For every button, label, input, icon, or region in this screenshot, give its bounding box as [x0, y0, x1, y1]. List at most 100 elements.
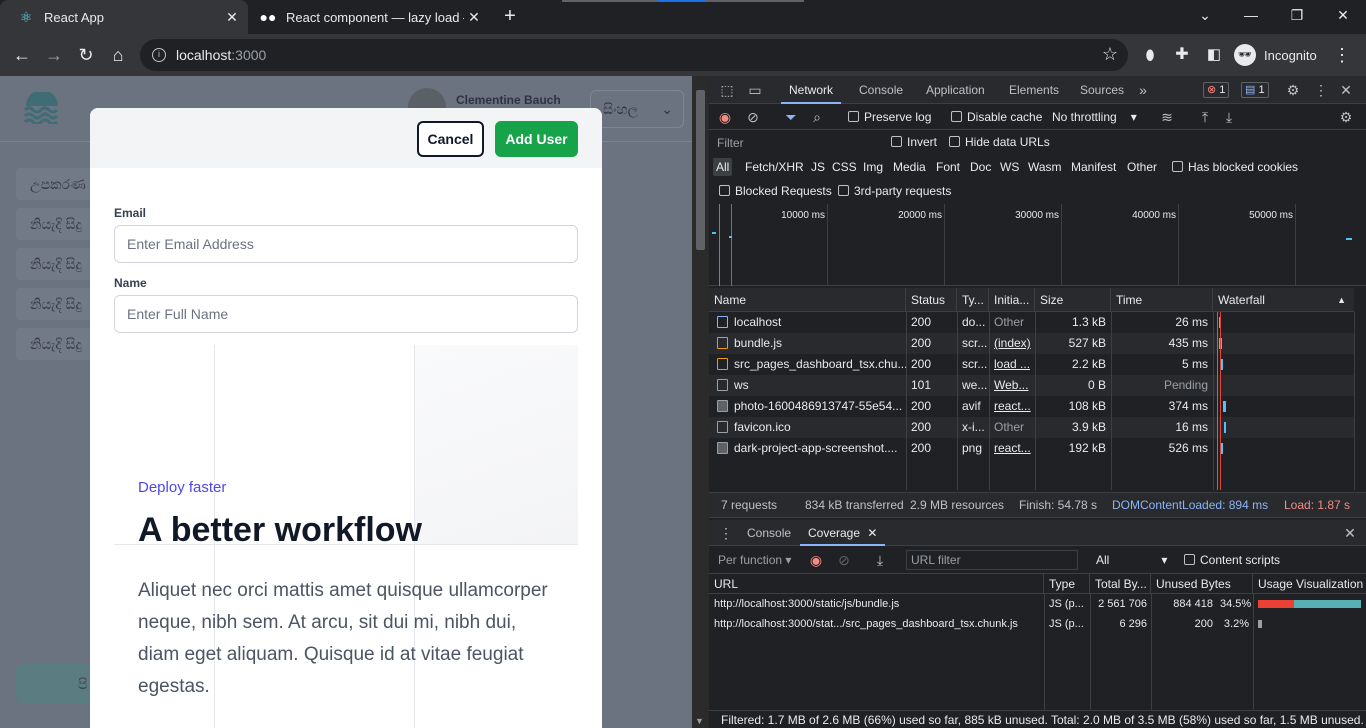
blocked-requests-checkbox[interactable]: Blocked Requests	[719, 178, 832, 204]
email-field[interactable]: Enter Email Address	[114, 225, 578, 263]
table-row[interactable]: localhost 200 do... Other 1.3 kB 26 ms	[709, 312, 1354, 333]
column-size[interactable]: Size	[1035, 288, 1111, 312]
page-scrollbar[interactable]: ▼	[692, 76, 709, 728]
export-icon[interactable]: ⤓	[872, 552, 888, 568]
sidebar-item[interactable]: නියැදි සිදු	[16, 208, 96, 240]
coverage-column-usage[interactable]: Usage Visualization	[1253, 574, 1366, 594]
type-filter-doc[interactable]: Doc	[967, 158, 994, 176]
sidebar-bottom-button[interactable]: පි	[16, 664, 96, 704]
gear-icon[interactable]: ⚙	[1285, 82, 1301, 98]
type-filter-wasm[interactable]: Wasm	[1025, 158, 1065, 176]
table-row[interactable]: dark-project-app-screenshot.... 200 png rea…	[709, 438, 1354, 459]
kebab-menu-icon[interactable]: ⋮	[1313, 82, 1329, 98]
type-filter-manifest[interactable]: Manifest	[1068, 158, 1119, 176]
close-drawer-icon[interactable]: ✕	[1342, 525, 1358, 541]
tab-network[interactable]: Network	[781, 76, 842, 104]
home-button[interactable]: ⌂	[106, 43, 130, 67]
close-icon[interactable]: ✕	[464, 9, 484, 26]
cancel-button[interactable]: Cancel	[417, 121, 484, 157]
tab-react-app[interactable]: ⚛ React App ✕	[0, 0, 248, 34]
table-row[interactable]: favicon.ico 200 x-i... Other 3.9 kB 16 ms	[709, 417, 1354, 438]
type-filter-css[interactable]: CSS	[829, 158, 860, 176]
extension-icon[interactable]: ⬮	[1138, 43, 1162, 67]
tab-medium-article[interactable]: ●● React component — lazy load — ✕	[250, 0, 490, 34]
message-count-badge[interactable]: ▤ 1	[1241, 82, 1269, 98]
error-count-badge[interactable]: ⊗ 1	[1203, 82, 1230, 98]
more-tabs-icon[interactable]: »	[1135, 82, 1151, 98]
incognito-indicator[interactable]: 🕶 Incognito	[1234, 39, 1317, 71]
type-filter-ws[interactable]: WS	[997, 158, 1022, 176]
table-row[interactable]: photo-1600486913747-55e54... 200 avif react…	[709, 396, 1354, 417]
table-row[interactable]: src_pages_dashboard_tsx.chu... 200 scr... l…	[709, 354, 1354, 375]
drawer-menu-icon[interactable]: ⋮	[718, 525, 734, 541]
third-party-checkbox[interactable]: 3rd-party requests	[838, 178, 951, 204]
preserve-log-checkbox[interactable]: Preserve log	[848, 104, 931, 130]
sidebar-item[interactable]: නියැදි සිදු	[16, 288, 96, 320]
sidebar-item[interactable]: නියැදි සිදු	[16, 248, 96, 280]
side-panel-icon[interactable]: ◧	[1202, 43, 1226, 67]
search-icon[interactable]: ⌕	[809, 109, 825, 125]
address-bar[interactable]: i localhost:3000 ☆	[140, 39, 1128, 71]
gear-icon[interactable]: ⚙	[1338, 109, 1354, 125]
device-toolbar-icon[interactable]: ▭	[747, 82, 763, 98]
invert-checkbox[interactable]: Invert	[891, 130, 937, 154]
tab-console[interactable]: Console	[859, 76, 903, 104]
type-filter-img[interactable]: Img	[860, 158, 886, 176]
record-icon[interactable]: ◉	[808, 552, 824, 568]
column-type[interactable]: Ty...	[957, 288, 989, 312]
tab-application[interactable]: Application	[926, 76, 985, 104]
drawer-tab-coverage[interactable]: Coverage ✕	[800, 520, 886, 546]
type-filter-other[interactable]: Other	[1124, 158, 1160, 176]
per-function-select[interactable]: Per function ▾	[718, 546, 791, 574]
throttling-select[interactable]: No throttling ▾	[1052, 104, 1137, 130]
coverage-column-url[interactable]: URL	[709, 574, 1044, 594]
disable-cache-checkbox[interactable]: Disable cache	[951, 104, 1042, 130]
column-name[interactable]: Name	[709, 288, 906, 312]
import-har-icon[interactable]: ⤒	[1197, 109, 1213, 125]
add-user-button[interactable]: Add User	[495, 121, 578, 157]
drawer-tab-console[interactable]: Console	[747, 520, 791, 548]
column-time[interactable]: Time	[1111, 288, 1213, 312]
hide-data-urls-checkbox[interactable]: Hide data URLs	[949, 130, 1050, 154]
clear-icon[interactable]: ⊘	[836, 552, 852, 568]
column-initiator[interactable]: Initia...	[989, 288, 1035, 312]
scrollbar-thumb[interactable]	[696, 90, 705, 250]
language-select[interactable]: සිංහල ⌄	[590, 90, 684, 128]
column-status[interactable]: Status	[906, 288, 957, 312]
puzzle-icon[interactable]: ✚	[1170, 43, 1194, 67]
coverage-column-unused[interactable]: Unused Bytes	[1151, 574, 1253, 594]
scroll-down-icon[interactable]: ▼	[695, 716, 704, 726]
type-filter-js[interactable]: JS	[808, 158, 828, 176]
bookmark-star-icon[interactable]: ☆	[1102, 44, 1118, 65]
back-button[interactable]: ←	[10, 43, 34, 67]
close-window-button[interactable]: ✕	[1320, 0, 1366, 30]
type-filter-fetch[interactable]: Fetch/XHR	[742, 158, 807, 176]
clear-icon[interactable]: ⊘	[745, 109, 761, 125]
table-row[interactable]: bundle.js 200 scr... (index) 527 kB 435 ms	[709, 333, 1354, 354]
type-filter-all[interactable]: All	[713, 158, 733, 176]
type-filter-font[interactable]: Font	[933, 158, 963, 176]
inspect-element-icon[interactable]: ⬚	[719, 82, 735, 98]
name-field[interactable]: Enter Full Name	[114, 295, 578, 333]
network-conditions-icon[interactable]: ≋	[1159, 109, 1175, 125]
forward-button[interactable]: →	[42, 43, 66, 67]
network-overview-timeline[interactable]: 10000 ms 20000 ms 30000 ms 40000 ms 5000…	[709, 204, 1366, 286]
new-tab-button[interactable]: +	[498, 4, 522, 28]
tab-sources[interactable]: Sources	[1080, 76, 1124, 104]
has-blocked-cookies-checkbox[interactable]: Has blocked cookies	[1172, 154, 1298, 180]
export-har-icon[interactable]: ⤓	[1221, 109, 1237, 125]
tab-elements[interactable]: Elements	[1009, 76, 1059, 104]
close-icon[interactable]: ✕	[1338, 82, 1354, 98]
coverage-column-type[interactable]: Type	[1044, 574, 1090, 594]
type-filter-select[interactable]: All ▾	[1096, 546, 1167, 574]
record-icon[interactable]: ◉	[717, 109, 733, 125]
menu-icon[interactable]: ⋮	[1330, 43, 1354, 67]
coverage-column-total[interactable]: Total By...	[1090, 574, 1151, 594]
close-icon[interactable]: ✕	[222, 9, 242, 26]
sidebar-item[interactable]: නියැදි සිදු	[16, 328, 96, 360]
sidebar-item[interactable]: උපකරණ	[16, 168, 96, 200]
table-row[interactable]: ws 101 we... Web... 0 B Pending	[709, 375, 1354, 396]
restore-button[interactable]: ❐	[1274, 0, 1320, 30]
type-filter-media[interactable]: Media	[890, 158, 929, 176]
reload-button[interactable]: ↻	[74, 43, 98, 67]
